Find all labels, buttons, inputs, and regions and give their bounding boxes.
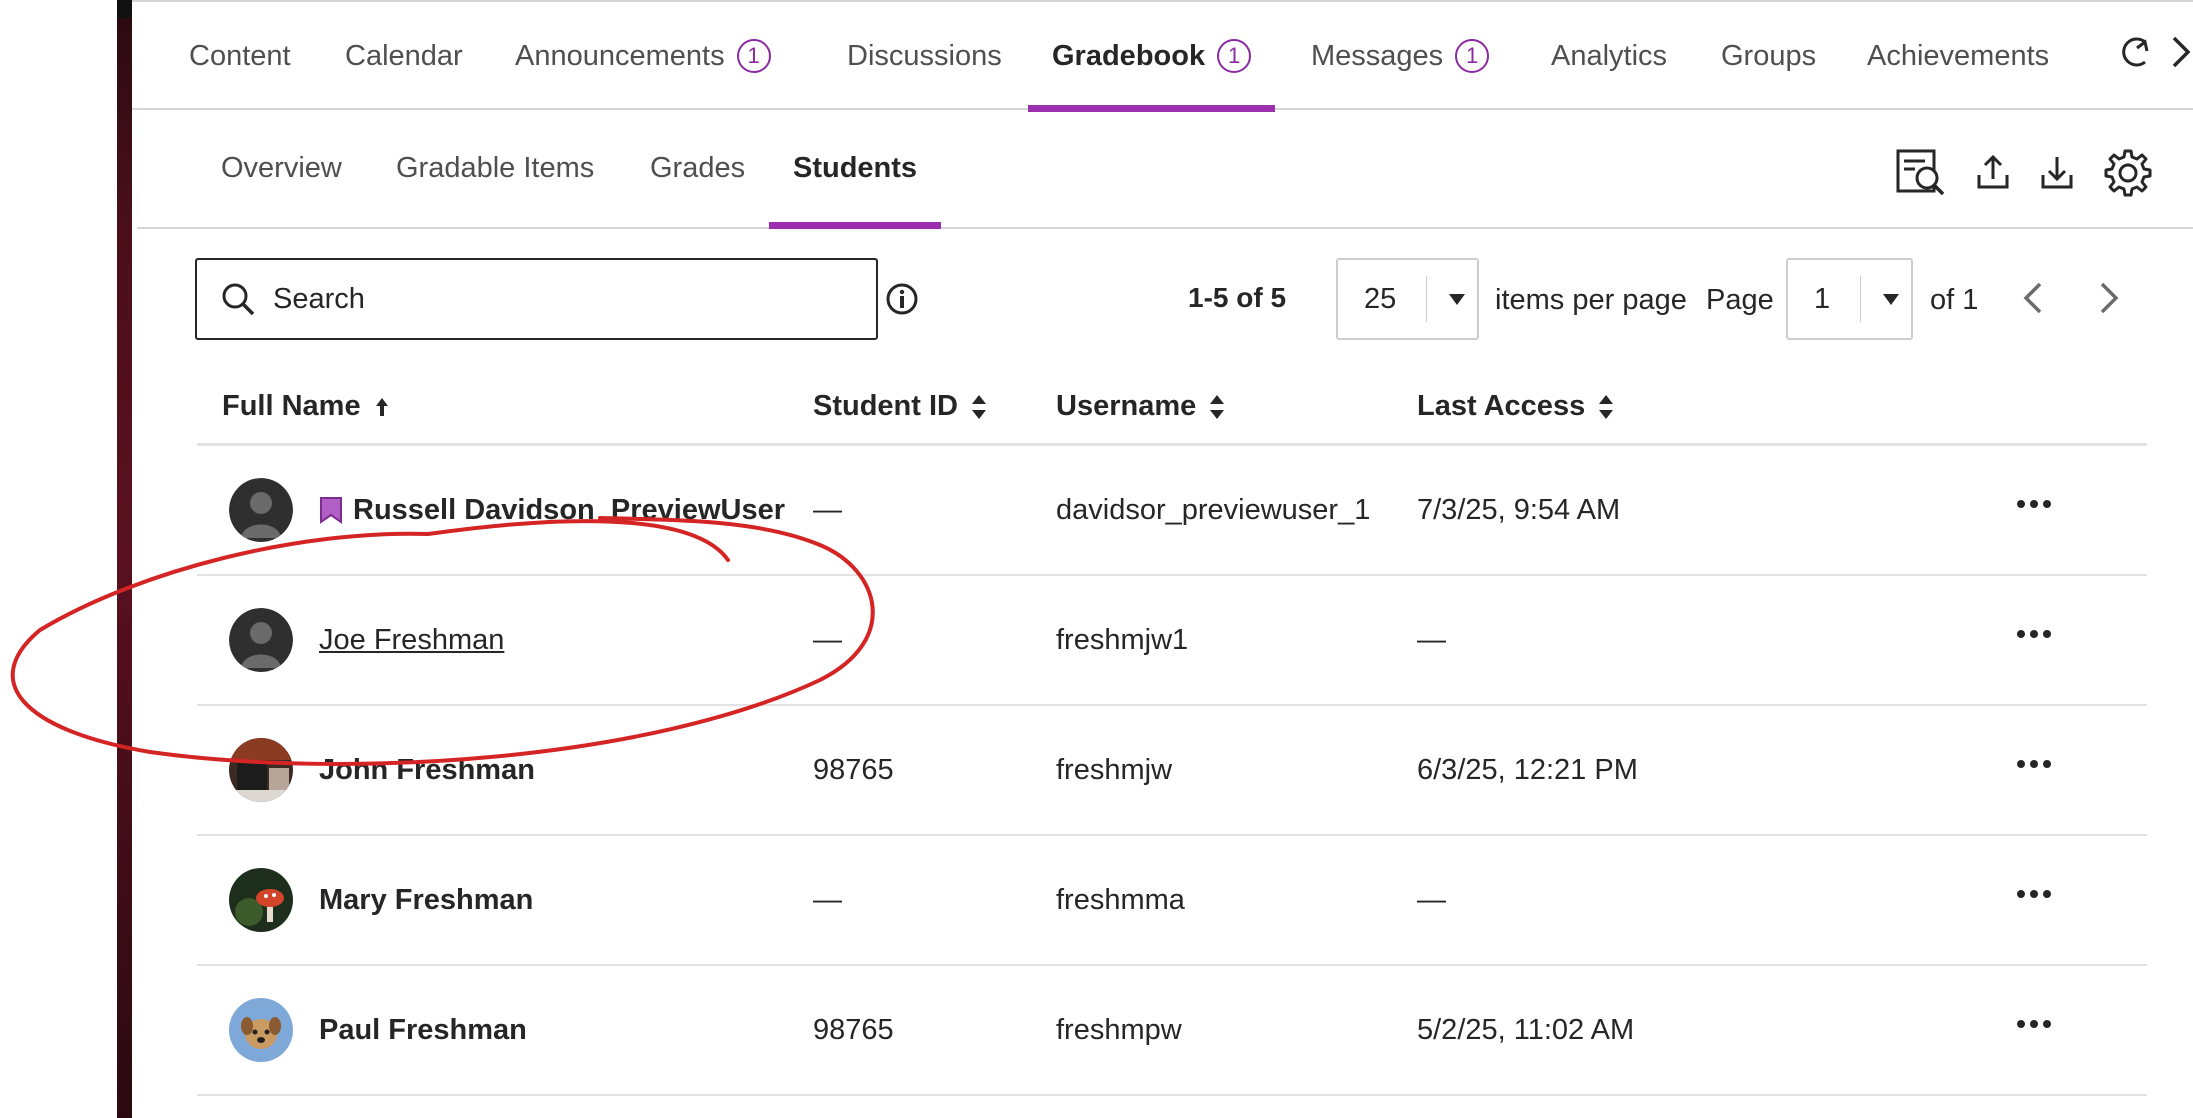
bookmark-icon — [320, 497, 342, 524]
sort-ascending-icon[interactable] — [373, 395, 391, 419]
avatar — [229, 998, 293, 1062]
avatar — [229, 868, 293, 932]
username: freshmpw — [1056, 1013, 1182, 1046]
tab-content[interactable]: Content — [189, 2, 291, 110]
gear-icon[interactable] — [2103, 148, 2153, 198]
last-access: 6/3/25, 12:21 PM — [1417, 753, 1638, 786]
more-options-icon[interactable] — [2017, 1020, 2051, 1028]
gradebook-count-badge: 1 — [1217, 39, 1252, 73]
messages-count-badge: 1 — [1455, 39, 1490, 73]
report-search-icon[interactable] — [1895, 148, 1947, 198]
course-top-nav: Content Calendar Announcements 1 Discussi… — [132, 0, 2193, 112]
tab-messages[interactable]: Messages 1 — [1311, 2, 1490, 110]
student-id: 98765 — [813, 1013, 894, 1046]
username: freshmma — [1056, 883, 1185, 916]
page-label: Page — [1706, 284, 1774, 316]
username: davidsor_previewuser_1 — [1056, 493, 1371, 526]
per-page-select[interactable]: 25 — [1336, 258, 1479, 340]
left-margin — [0, 0, 117, 1118]
more-options-icon[interactable] — [2017, 630, 2051, 638]
avatar — [229, 608, 293, 672]
page-total-label: of 1 — [1930, 284, 1979, 316]
avatar — [229, 478, 293, 542]
announcements-count-badge: 1 — [736, 39, 771, 73]
student-id: — — [813, 493, 842, 526]
last-access: 7/3/25, 9:54 AM — [1417, 493, 1621, 526]
username: freshmjw — [1056, 753, 1173, 786]
next-page-icon[interactable] — [2094, 278, 2124, 318]
username: freshmjw1 — [1056, 623, 1189, 656]
tab-discussions[interactable]: Discussions — [847, 2, 1002, 110]
student-id: — — [813, 883, 842, 916]
student-name[interactable]: Paul Freshman — [319, 966, 527, 1094]
student-id: — — [813, 623, 842, 656]
student-name[interactable]: John Freshman — [319, 706, 535, 834]
tab-gradebook[interactable]: Gradebook 1 — [1027, 2, 1276, 112]
column-full-name[interactable]: Full Name — [222, 390, 391, 423]
more-options-icon[interactable] — [2017, 760, 2051, 768]
per-page-label: items per page — [1495, 284, 1687, 316]
info-icon[interactable] — [885, 282, 919, 316]
gradebook-sub-nav: Overview Gradable Items Grades Students — [137, 110, 2193, 229]
table-header: Full Name Student ID Username Last Acces… — [197, 372, 2147, 446]
download-icon[interactable] — [2039, 153, 2075, 193]
page-select[interactable]: 1 — [1786, 258, 1913, 340]
sort-icon[interactable] — [1208, 393, 1226, 421]
table-row: Joe Freshman — freshmjw1 — — [197, 576, 2147, 706]
tab-analytics[interactable]: Analytics — [1551, 2, 1667, 110]
gradebook-tools — [1895, 148, 2153, 198]
tab-overview[interactable]: Overview — [221, 110, 342, 227]
sort-icon[interactable] — [1597, 393, 1615, 421]
tab-gradable-items[interactable]: Gradable Items — [396, 110, 594, 227]
search-box — [195, 258, 878, 340]
last-access: — — [1417, 883, 1446, 916]
chevron-down-icon — [1449, 293, 1465, 305]
chevron-right-icon[interactable] — [2169, 32, 2193, 72]
tab-announcements[interactable]: Announcements 1 — [515, 2, 771, 110]
student-name[interactable]: Russell Davidson_PreviewUser — [319, 446, 785, 574]
more-options-icon[interactable] — [2017, 500, 2051, 508]
upload-icon[interactable] — [1975, 153, 2011, 193]
course-sidebar-edge — [117, 0, 132, 1118]
table-row: John Freshman 98765 freshmjw 6/3/25, 12:… — [197, 706, 2147, 836]
column-username[interactable]: Username — [1056, 390, 1226, 423]
column-last-access[interactable]: Last Access — [1417, 390, 1615, 423]
tab-students[interactable]: Students — [768, 110, 942, 229]
avatar — [229, 738, 293, 802]
table-row: Russell Davidson_PreviewUser — davidsor_… — [197, 446, 2147, 576]
table-row: Paul Freshman 98765 freshmpw 5/2/25, 11:… — [197, 966, 2147, 1096]
tab-grades[interactable]: Grades — [650, 110, 745, 227]
last-access: 5/2/25, 11:02 AM — [1417, 1013, 1635, 1046]
more-options-icon[interactable] — [2017, 890, 2051, 898]
search-icon — [222, 283, 255, 316]
tab-achievements[interactable]: Achievements — [1867, 2, 2049, 110]
chevron-down-icon — [1883, 293, 1899, 305]
student-name[interactable]: Mary Freshman — [319, 836, 533, 964]
student-id: 98765 — [813, 753, 894, 786]
search-input[interactable] — [271, 281, 855, 317]
sort-icon[interactable] — [970, 393, 988, 421]
tab-groups[interactable]: Groups — [1721, 2, 1816, 110]
reload-icon[interactable] — [2117, 32, 2151, 72]
nav-overflow — [2117, 32, 2193, 72]
student-name-link[interactable]: Joe Freshman — [319, 576, 504, 704]
last-access: — — [1417, 623, 1446, 656]
tab-calendar[interactable]: Calendar — [345, 2, 463, 110]
column-student-id[interactable]: Student ID — [813, 390, 988, 423]
results-range: 1-5 of 5 — [1188, 282, 1287, 313]
table-row: Mary Freshman — freshmma — — [197, 836, 2147, 966]
previous-page-icon[interactable] — [2018, 278, 2048, 318]
